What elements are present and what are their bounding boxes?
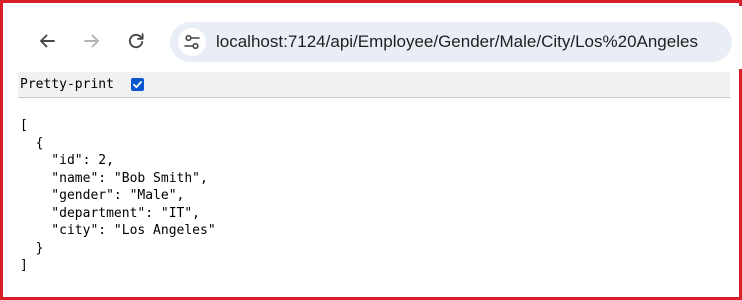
checkmark-icon — [133, 81, 142, 89]
pretty-print-bar: Pretty-print — [18, 72, 730, 98]
json-line: "name": "Bob Smith", — [20, 170, 208, 186]
pretty-print-checkbox[interactable] — [131, 78, 144, 91]
reload-button[interactable] — [125, 30, 147, 52]
url-text[interactable]: localhost:7124/api/Employee/Gender/Male/… — [216, 32, 698, 52]
json-line: [ — [20, 118, 28, 133]
pretty-print-label: Pretty-print — [20, 77, 114, 92]
json-line: { — [20, 135, 44, 151]
forward-button[interactable] — [81, 30, 103, 52]
json-body: [ { "id": 2, "name": "Bob Smith", "gende… — [20, 117, 216, 275]
tune-icon — [184, 34, 200, 50]
screenshot-frame: localhost:7124/api/Employee/Gender/Male/… — [0, 0, 742, 300]
json-line: ] — [20, 258, 28, 273]
arrow-left-icon — [40, 34, 55, 48]
json-line: } — [20, 240, 44, 256]
address-bar[interactable]: localhost:7124/api/Employee/Gender/Male/… — [170, 22, 732, 62]
back-button[interactable] — [36, 30, 58, 52]
reload-icon — [128, 33, 144, 49]
browser-toolbar: localhost:7124/api/Employee/Gender/Male/… — [6, 6, 742, 69]
json-line: "gender": "Male", — [20, 188, 185, 203]
json-line: "id": 2, — [20, 153, 114, 168]
site-info-button[interactable] — [178, 28, 206, 56]
arrow-right-icon — [84, 34, 99, 48]
json-line: "city": "Los Angeles" — [20, 223, 216, 238]
json-line: "department": "IT", — [20, 205, 201, 221]
